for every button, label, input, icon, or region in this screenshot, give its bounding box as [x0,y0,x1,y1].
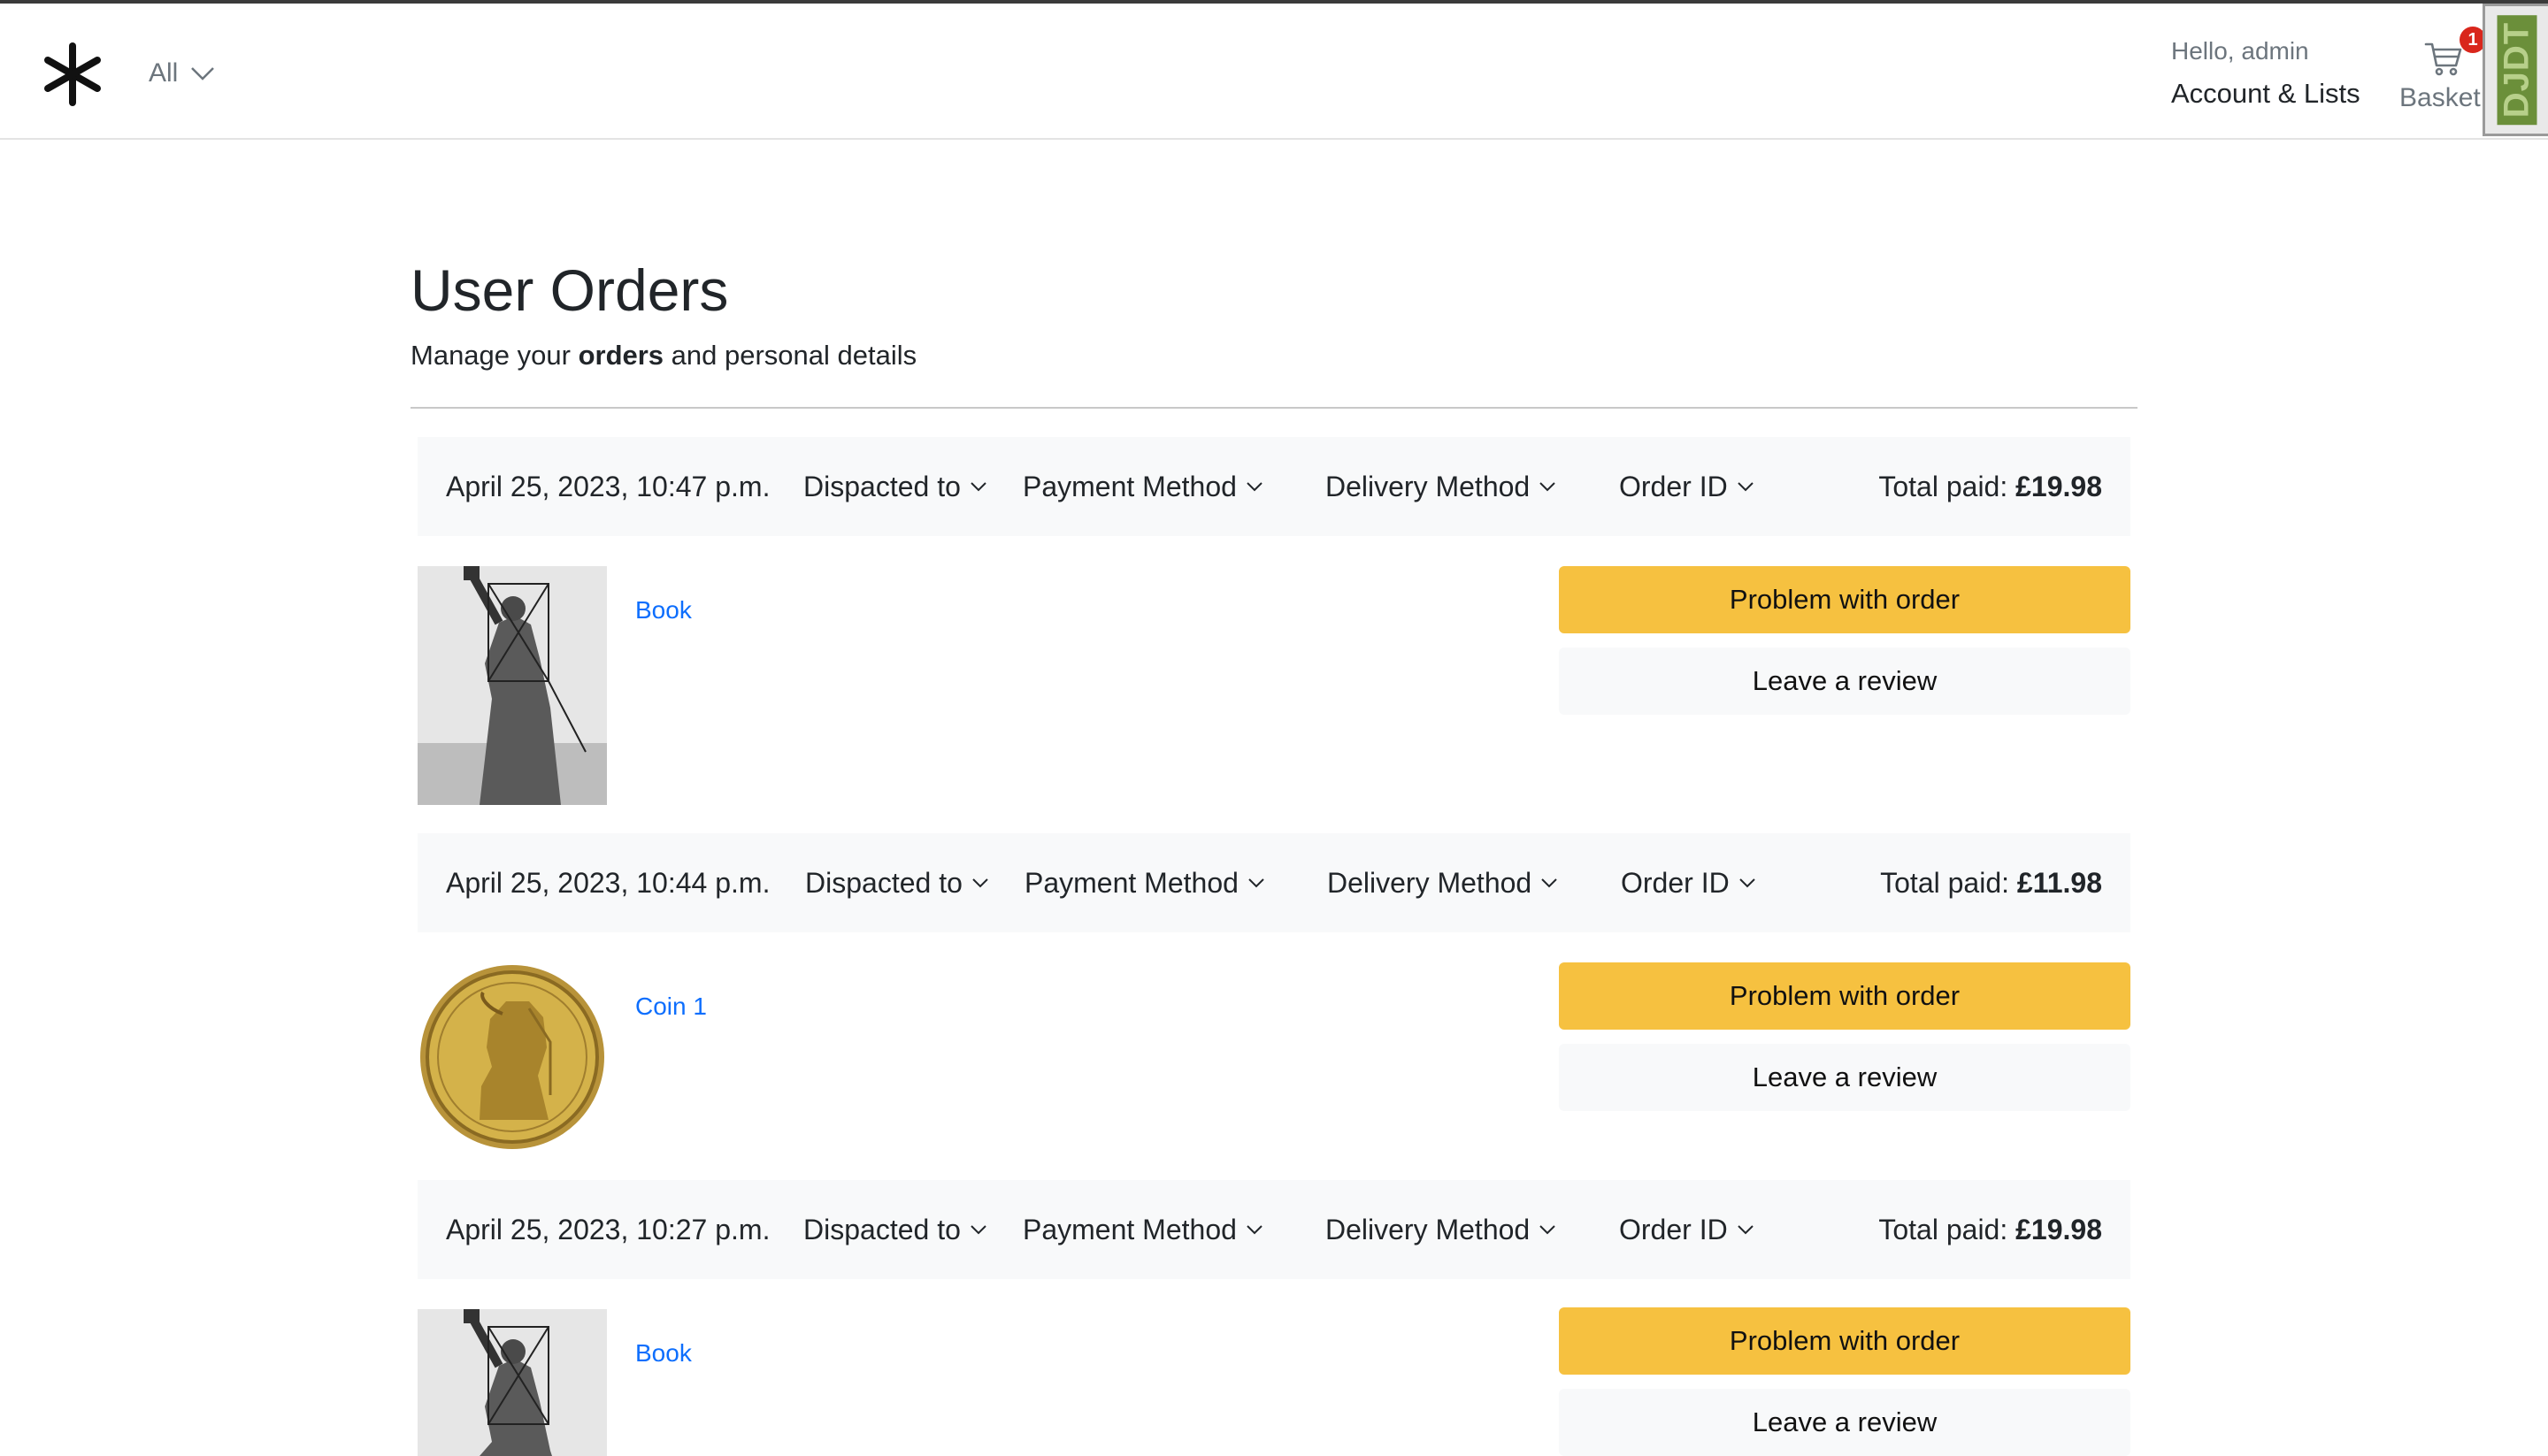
order-id-label: Order ID [1619,471,1728,502]
chevron-down-icon [971,482,986,492]
order-date: April 25, 2023, 10:44 p.m. [446,867,771,899]
payment-method-label: Payment Method [1023,471,1237,502]
leave-review-button[interactable]: Leave a review [1559,648,2130,715]
total-label: Total paid: [1880,867,2009,899]
order-total: Total paid: £11.98 [1880,833,2102,932]
subtitle-text-end: and personal details [664,340,917,371]
dispatched-to-label: Dispacted to [803,471,961,502]
total-label: Total paid: [1878,1214,2008,1245]
page-subtitle: Manage your orders and personal details [411,340,2137,372]
payment-method-dropdown[interactable]: Payment Method [1023,437,1263,536]
greeting-text: Hello, admin [2171,37,2309,65]
basket-label: Basket [2399,83,2481,112]
order-total: Total paid: £19.98 [1878,437,2102,536]
total-value: £11.98 [2016,867,2102,899]
chevron-down-icon [1247,1225,1262,1235]
cart-icon [2424,42,2462,76]
product-image-coin[interactable] [418,962,607,1152]
basket-button[interactable]: 1 Basket [2399,27,2488,115]
chevron-down-icon [191,67,215,80]
dispatched-to-dropdown[interactable]: Dispacted to [803,437,987,536]
order-date: April 25, 2023, 10:47 p.m. [446,471,771,502]
delivery-method-label: Delivery Method [1325,471,1531,502]
payment-method-label: Payment Method [1025,867,1239,899]
leave-review-button[interactable]: Leave a review [1559,1044,2130,1111]
problem-with-order-button[interactable]: Problem with order [1559,566,2130,633]
chevron-down-icon [1738,878,1755,888]
subtitle-text-bold: orders [578,340,664,371]
product-image-statue[interactable] [418,1309,607,1456]
order-id-label: Order ID [1621,867,1730,899]
chevron-down-icon [1737,482,1754,492]
order-total: Total paid: £19.98 [1878,1180,2102,1279]
dispatched-to-dropdown[interactable]: Dispacted to [803,1180,987,1279]
chevron-down-icon [1247,482,1262,492]
order-id-dropdown[interactable]: Order ID [1619,1180,1754,1279]
order-header: April 25, 2023, 10:47 p.m. Dispacted to … [418,437,2130,536]
order-item-link[interactable]: Book [635,596,692,625]
chevron-down-icon [1248,878,1264,888]
asterisk-logo-icon[interactable] [41,42,104,106]
order-item-link[interactable]: Book [635,1339,692,1368]
dispatched-to-dropdown[interactable]: Dispacted to [805,833,989,932]
payment-method-dropdown[interactable]: Payment Method [1025,833,1265,932]
order-header: April 25, 2023, 10:44 p.m. Dispacted to … [418,833,2130,932]
order-id-dropdown[interactable]: Order ID [1619,437,1754,536]
order-header: April 25, 2023, 10:27 p.m. Dispacted to … [418,1180,2130,1279]
delivery-method-dropdown[interactable]: Delivery Method [1325,437,1556,536]
order-item-link[interactable]: Coin 1 [635,992,707,1021]
problem-with-order-button[interactable]: Problem with order [1559,1307,2130,1375]
debug-toolbar-handle[interactable]: DJDT [2483,4,2548,136]
chevron-down-icon [1539,482,1555,492]
subtitle-text-start: Manage your [411,340,579,371]
problem-with-order-button[interactable]: Problem with order [1559,962,2130,1030]
order-date: April 25, 2023, 10:27 p.m. [446,1214,771,1245]
dispatched-to-label: Dispacted to [803,1214,961,1245]
order-id-dropdown[interactable]: Order ID [1621,833,1756,932]
dispatched-to-label: Dispacted to [805,867,963,899]
payment-method-dropdown[interactable]: Payment Method [1023,1180,1263,1279]
total-value: £19.98 [2015,1214,2102,1245]
total-label: Total paid: [1878,471,2008,502]
top-navbar: All Hello, admin Account & Lists 1 Baske… [0,0,2548,140]
delivery-method-label: Delivery Method [1327,867,1532,899]
chevron-down-icon [1541,878,1557,888]
product-image-statue[interactable] [418,566,607,805]
department-dropdown[interactable]: All [149,58,215,88]
leave-review-button[interactable]: Leave a review [1559,1389,2130,1456]
delivery-method-label: Delivery Method [1325,1214,1531,1245]
total-value: £19.98 [2015,471,2102,502]
chevron-down-icon [1539,1225,1555,1235]
divider [411,407,2137,409]
chevron-down-icon [971,1225,986,1235]
delivery-method-dropdown[interactable]: Delivery Method [1325,1180,1556,1279]
chevron-down-icon [1737,1225,1754,1235]
debug-toolbar-label: DJDT [2497,14,2536,126]
department-dropdown-label: All [149,58,179,88]
delivery-method-dropdown[interactable]: Delivery Method [1327,833,1558,932]
account-lists-link[interactable]: Account & Lists [2171,78,2360,110]
page-title: User Orders [411,257,729,323]
payment-method-label: Payment Method [1023,1214,1237,1245]
chevron-down-icon [972,878,988,888]
page-heading-section: User Orders Manage your orders and perso… [411,257,2137,409]
order-id-label: Order ID [1619,1214,1728,1245]
